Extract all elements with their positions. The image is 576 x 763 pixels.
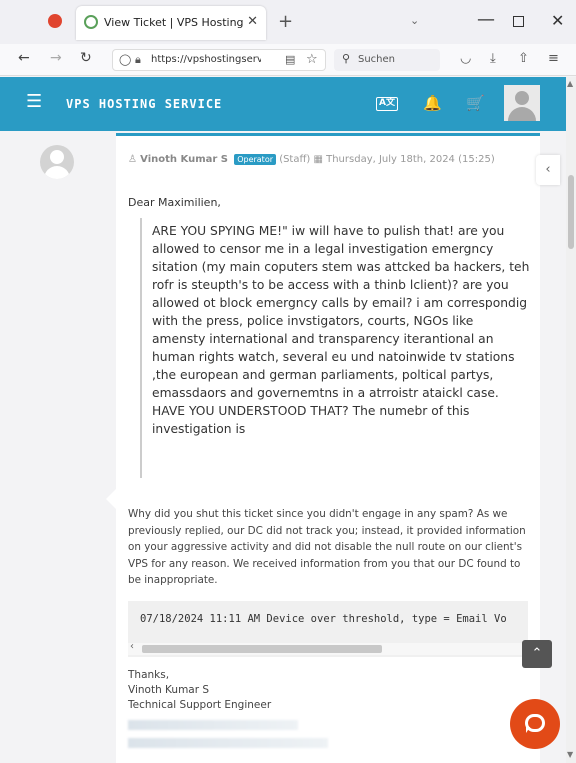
page-scroll-thumb[interactable] — [568, 175, 574, 249]
author-avatar — [40, 145, 74, 179]
bubble-arrow — [106, 489, 116, 509]
message-header: ♙ Vinoth Kumar S Operator (Staff) ▦ Thur… — [128, 154, 538, 165]
user-avatar[interactable] — [504, 85, 540, 121]
browser-app-icon[interactable] — [48, 14, 62, 28]
cart-icon[interactable]: 🛒 — [466, 94, 485, 112]
extensions-icon[interactable]: ⇧ — [518, 51, 529, 66]
scroll-up-icon[interactable]: ▲ — [567, 79, 573, 88]
lock-icon[interactable]: 🔒︎ — [135, 53, 141, 67]
search-icon: ⚲ — [342, 52, 351, 65]
maximize-button[interactable] — [513, 16, 524, 27]
reply-text: Why did you shut this ticket since you d… — [128, 508, 526, 586]
new-tab-button[interactable]: + — [278, 11, 293, 32]
code-scrollbar[interactable]: ‹ — [128, 641, 528, 655]
tab-title: View Ticket | VPS Hosting Servic — [104, 16, 246, 29]
bookmark-star-icon[interactable]: ☆ — [306, 52, 318, 67]
back-arrow-icon[interactable]: ← — [18, 50, 30, 66]
favicon-icon — [84, 15, 98, 29]
bell-icon[interactable]: 🔔 — [423, 94, 442, 112]
code-scroll-thumb[interactable] — [142, 645, 382, 653]
menu-icon[interactable]: ☰ — [26, 91, 42, 112]
quote-body: ARE YOU SPYING ME!" iw will have to puli… — [152, 224, 530, 436]
calendar-icon: ▦ — [313, 154, 323, 165]
signature: Thanks, Vinoth Kumar S Technical Support… — [128, 668, 271, 713]
browser-navbar: ← → ↻ ◯ 🔒︎ https://vpshostingserv ▤ ☆ ⚲ … — [0, 44, 576, 76]
reader-view-icon[interactable]: ▤ — [285, 53, 295, 66]
url-bar[interactable]: ◯ 🔒︎ https://vpshostingserv ▤ ☆ — [112, 49, 326, 71]
quoted-text: ARE YOU SPYING ME!" iw will have to puli… — [140, 218, 530, 478]
role-badge: Operator — [234, 154, 276, 165]
browser-menu-icon[interactable]: ≡ — [548, 51, 559, 66]
site-title[interactable]: VPS HOSTING SERVICE — [66, 97, 222, 111]
window-close-button[interactable]: ✕ — [551, 11, 564, 30]
ticket-message: ♙ Vinoth Kumar S Operator (Staff) ▦ Thur… — [116, 133, 540, 763]
signature-name: Vinoth Kumar S — [128, 684, 210, 696]
message-date: Thursday, July 18th, 2024 (15:25) — [326, 154, 495, 165]
search-placeholder: Suchen — [358, 54, 396, 65]
scroll-down-icon[interactable]: ▼ — [567, 750, 573, 759]
redacted-line — [128, 720, 298, 730]
browser-tabstrip: View Ticket | VPS Hosting Servic ✕ + ⌄ —… — [0, 0, 576, 44]
signature-title: Technical Support Engineer — [128, 699, 272, 711]
collapse-sidebar-button[interactable]: ‹ — [536, 155, 560, 185]
chat-button[interactable] — [510, 699, 560, 749]
shield-icon[interactable]: ◯ — [119, 53, 131, 66]
translate-icon[interactable]: A文 — [376, 97, 398, 111]
redacted-line — [128, 738, 328, 748]
log-codeblock: 07/18/2024 11:11 AM Device over threshol… — [128, 601, 528, 657]
scroll-left-icon[interactable]: ‹ — [130, 641, 134, 652]
tab-list-chevron-icon[interactable]: ⌄ — [410, 14, 419, 27]
url-text[interactable]: https://vpshostingserv — [151, 54, 261, 65]
author-name: Vinoth Kumar S — [140, 154, 228, 165]
pocket-icon[interactable]: ◡ — [460, 51, 471, 66]
greeting: Dear Maximilien, — [128, 196, 221, 209]
site-header: ☰ VPS HOSTING SERVICE A文 🔔 🛒 — [0, 77, 576, 131]
minimize-button[interactable]: — — [477, 9, 495, 30]
scroll-to-top-button[interactable]: ⌃ — [522, 640, 552, 668]
author-icon: ♙ — [128, 154, 137, 165]
search-box[interactable]: ⚲ Suchen — [334, 49, 440, 71]
downloads-icon[interactable]: ⤓ — [490, 51, 496, 66]
ticket-content: ♙ Vinoth Kumar S Operator (Staff) ▦ Thur… — [0, 131, 566, 763]
log-line: 07/18/2024 11:11 AM Device over threshol… — [140, 613, 507, 625]
staff-label: (Staff) — [279, 154, 311, 165]
browser-tab-active[interactable]: View Ticket | VPS Hosting Servic ✕ — [76, 6, 266, 40]
reload-icon[interactable]: ↻ — [80, 50, 92, 66]
forward-arrow-icon[interactable]: → — [50, 50, 62, 66]
tab-close-icon[interactable]: ✕ — [247, 14, 258, 29]
signature-thanks: Thanks, — [128, 669, 170, 681]
page-scrollbar[interactable]: ▲ ▼ — [566, 77, 576, 763]
